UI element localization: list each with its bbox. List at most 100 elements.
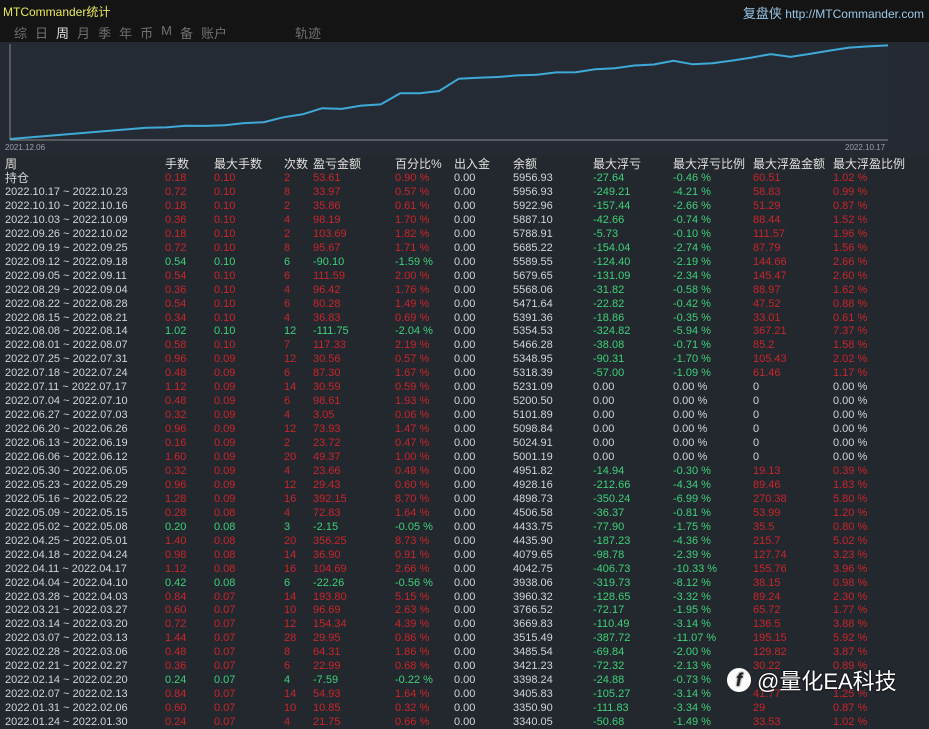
table-row[interactable]: 2022.03.14 ~ 2022.03.20 0.72 0.07 12 154.34 4… xyxy=(0,617,929,631)
cell-max-float-loss-pct: -2.66 % xyxy=(673,199,711,212)
cell-pnl: -22.26 xyxy=(313,576,345,589)
cell-trades: 3 xyxy=(284,520,291,533)
table-row[interactable]: 2022.05.30 ~ 2022.06.05 0.32 0.09 4 23.66 0.4… xyxy=(0,464,929,478)
col-header-max-float-loss[interactable]: 最大浮亏 xyxy=(593,157,641,171)
cell-trades: 6 xyxy=(284,660,291,673)
cell-pnl: 36.83 xyxy=(313,311,341,324)
cell-max-float-profit: 53.99 xyxy=(753,506,781,519)
col-header-deposit[interactable]: 出入金 xyxy=(454,157,490,171)
nav-tab-3[interactable]: 月 xyxy=(77,23,90,42)
cell-deposit: 0.00 xyxy=(454,172,476,184)
cell-max-float-loss: -350.24 xyxy=(593,492,631,505)
cell-deposit: 0.00 xyxy=(454,269,476,282)
cell-pnl-pct: -1.59 % xyxy=(395,255,433,268)
cell-max-float-loss-pct: -2.39 % xyxy=(673,548,711,561)
table-row[interactable]: 2022.06.27 ~ 2022.07.03 0.32 0.09 4 3.05 0.06… xyxy=(0,408,929,422)
nav-tab-5[interactable]: 年 xyxy=(119,23,132,42)
table-row[interactable]: 2022.04.04 ~ 2022.04.10 0.42 0.08 6 -22.26 -0… xyxy=(0,576,929,590)
table-row[interactable]: 2022.02.28 ~ 2022.03.06 0.48 0.07 8 64.31 1.8… xyxy=(0,645,929,659)
table-row[interactable]: 2022.03.07 ~ 2022.03.13 1.44 0.07 28 29.95 0.… xyxy=(0,631,929,645)
table-row[interactable]: 2022.08.08 ~ 2022.08.14 1.02 0.10 12 -111.75… xyxy=(0,324,929,338)
cell-max-lots: 0.08 xyxy=(214,534,236,547)
table-row[interactable]: 2022.01.31 ~ 2022.02.06 0.60 0.07 10 10.85 0.… xyxy=(0,701,929,715)
cell-max-float-loss: -154.04 xyxy=(593,241,631,254)
table-row[interactable]: 2022.06.20 ~ 2022.06.26 0.96 0.09 12 73.93 1.… xyxy=(0,422,929,436)
cell-deposit: 0.00 xyxy=(454,604,476,617)
cell-max-float-loss: -77.90 xyxy=(593,520,625,533)
table-row[interactable]: 2022.10.17 ~ 2022.10.23 0.72 0.10 8 33.97 0.5… xyxy=(0,185,929,199)
table-row[interactable]: 2022.08.01 ~ 2022.08.07 0.58 0.10 7 117.33 2.… xyxy=(0,338,929,352)
nav-tab-2[interactable]: 周 xyxy=(56,23,69,42)
table-row[interactable]: 2022.06.06 ~ 2022.06.12 1.60 0.09 20 49.37 1.… xyxy=(0,450,929,464)
cell-max-float-loss: -42.66 xyxy=(593,213,625,226)
table-row[interactable]: 持仓 0.18 0.10 2 53.61 0.90 % 0.00 5956.93 -27.64 -… xyxy=(0,171,929,185)
cell-max-float-loss-pct: -3.14 % xyxy=(673,618,711,631)
cell-max-float-loss-pct: 0.00 % xyxy=(673,409,708,422)
table-header: 周 手数 最大手数 次数 盈亏金额 百分比% 出入金 余额 最大浮亏 最大浮亏比例 最大浮盈金额 最大… xyxy=(0,157,929,171)
cell-max-lots: 0.10 xyxy=(214,311,236,324)
brand-url[interactable]: http://MTCommander.com xyxy=(785,7,924,21)
cell-balance: 3350.90 xyxy=(513,702,553,715)
nav-tab-9[interactable]: 账户 xyxy=(201,23,227,42)
table-row[interactable]: 2022.09.12 ~ 2022.09.18 0.54 0.10 6 -90.10 -1… xyxy=(0,255,929,269)
col-header-balance[interactable]: 余额 xyxy=(513,157,537,171)
cell-pnl-pct: 1.86 % xyxy=(395,646,430,659)
col-header-max-lots[interactable]: 最大手数 xyxy=(214,157,262,171)
chart-start-label: 2021.12.06 xyxy=(5,143,46,152)
col-header-max-float-profit[interactable]: 最大浮盈金额 xyxy=(753,157,825,171)
col-header-max-float-profit-pct[interactable]: 最大浮盈比例 xyxy=(833,157,905,171)
table-row[interactable]: 2022.10.03 ~ 2022.10.09 0.36 0.10 4 98.19 1.7… xyxy=(0,213,929,227)
table-row[interactable]: 2022.05.02 ~ 2022.05.08 0.20 0.08 3 -2.15 -0.… xyxy=(0,520,929,534)
table-row[interactable]: 2022.09.19 ~ 2022.09.25 0.72 0.10 8 95.67 1.7… xyxy=(0,241,929,255)
chart-end-label: 2022.10.17 xyxy=(845,143,886,152)
table-row[interactable]: 2022.05.09 ~ 2022.05.15 0.28 0.08 4 72.83 1.6… xyxy=(0,506,929,520)
cell-pnl-pct: 0.32 % xyxy=(395,702,430,715)
nav-tab-4[interactable]: 季 xyxy=(98,23,111,42)
table-row[interactable]: 2022.08.15 ~ 2022.08.21 0.34 0.10 4 36.83 0.6… xyxy=(0,311,929,325)
cell-pnl: 117.33 xyxy=(313,339,346,352)
table-row[interactable]: 2022.03.28 ~ 2022.04.03 0.84 0.07 14 193.80 5… xyxy=(0,590,929,604)
cell-max-float-profit: 0 xyxy=(753,409,760,422)
col-header-pnl-pct[interactable]: 百分比% xyxy=(395,157,442,171)
nav-tab-0[interactable]: 综 xyxy=(14,23,27,42)
cell-balance: 4951.82 xyxy=(513,464,553,477)
col-header-trades[interactable]: 次数 xyxy=(284,157,308,171)
nav-tab-6[interactable]: 币 xyxy=(140,23,153,42)
table-row[interactable]: 2022.07.11 ~ 2022.07.17 1.12 0.09 14 30.59 0.… xyxy=(0,380,929,394)
cell-max-float-loss-pct: -4.21 % xyxy=(673,185,711,198)
table-row[interactable]: 2022.03.21 ~ 2022.03.27 0.60 0.07 10 96.69 2.… xyxy=(0,603,929,617)
brand[interactable]: 复盘侠 http://MTCommander.com xyxy=(743,3,924,22)
table-row[interactable]: 2022.04.11 ~ 2022.04.17 1.12 0.08 16 104.69 2… xyxy=(0,562,929,576)
col-header-lots[interactable]: 手数 xyxy=(165,157,189,171)
table-row[interactable]: 2022.05.16 ~ 2022.05.22 1.28 0.09 16 392.15 8… xyxy=(0,492,929,506)
col-header-pnl[interactable]: 盈亏金额 xyxy=(313,157,361,171)
nav-tab-7[interactable]: M xyxy=(161,23,172,42)
table-row[interactable]: 2022.06.13 ~ 2022.06.19 0.16 0.09 2 23.72 0.4… xyxy=(0,436,929,450)
table-row[interactable]: 2022.05.23 ~ 2022.05.29 0.96 0.09 12 29.43 0.… xyxy=(0,478,929,492)
nav-tab-10[interactable]: 轨迹 xyxy=(295,23,321,42)
cell-lots: 0.72 xyxy=(165,618,187,631)
cell-max-float-profit-pct: 5.80 % xyxy=(833,492,868,505)
cell-week: 2022.10.17 ~ 2022.10.23 xyxy=(5,185,128,198)
cell-max-float-profit-pct: 1.77 % xyxy=(833,604,868,617)
col-header-max-float-loss-pct[interactable]: 最大浮亏比例 xyxy=(673,157,745,171)
cell-week: 2022.10.03 ~ 2022.10.09 xyxy=(5,213,128,226)
nav-tab-1[interactable]: 日 xyxy=(35,23,48,42)
table-row[interactable]: 2022.10.10 ~ 2022.10.16 0.18 0.10 2 35.86 0.6… xyxy=(0,199,929,213)
cell-max-lots: 0.09 xyxy=(214,437,236,450)
table-row[interactable]: 2022.08.22 ~ 2022.08.28 0.54 0.10 6 80.28 1.4… xyxy=(0,297,929,311)
cell-pnl: 80.28 xyxy=(313,297,341,310)
table-row[interactable]: 2022.04.25 ~ 2022.05.01 1.40 0.08 20 356.25 8… xyxy=(0,534,929,548)
cell-deposit: 0.00 xyxy=(454,590,476,603)
table-row[interactable]: 2022.07.25 ~ 2022.07.31 0.96 0.09 12 30.56 0.… xyxy=(0,352,929,366)
table-row[interactable]: 2022.07.18 ~ 2022.07.24 0.48 0.09 6 87.30 1.6… xyxy=(0,366,929,380)
table-row[interactable]: 2022.08.29 ~ 2022.09.04 0.36 0.10 4 96.42 1.7… xyxy=(0,283,929,297)
nav-tab-8[interactable]: 备 xyxy=(180,23,193,42)
cell-max-float-profit: 87.79 xyxy=(753,241,781,254)
table-row[interactable]: 2022.04.18 ~ 2022.04.24 0.98 0.08 14 36.90 0.… xyxy=(0,548,929,562)
table-row[interactable]: 2022.07.04 ~ 2022.07.10 0.48 0.09 6 98.61 1.9… xyxy=(0,394,929,408)
cell-max-lots: 0.10 xyxy=(214,185,236,198)
table-row[interactable]: 2022.09.05 ~ 2022.09.11 0.54 0.10 6 111.59 2.… xyxy=(0,269,929,283)
table-row[interactable]: 2022.09.26 ~ 2022.10.02 0.18 0.10 2 103.69 1.… xyxy=(0,227,929,241)
col-header-week[interactable]: 周 xyxy=(5,157,17,171)
